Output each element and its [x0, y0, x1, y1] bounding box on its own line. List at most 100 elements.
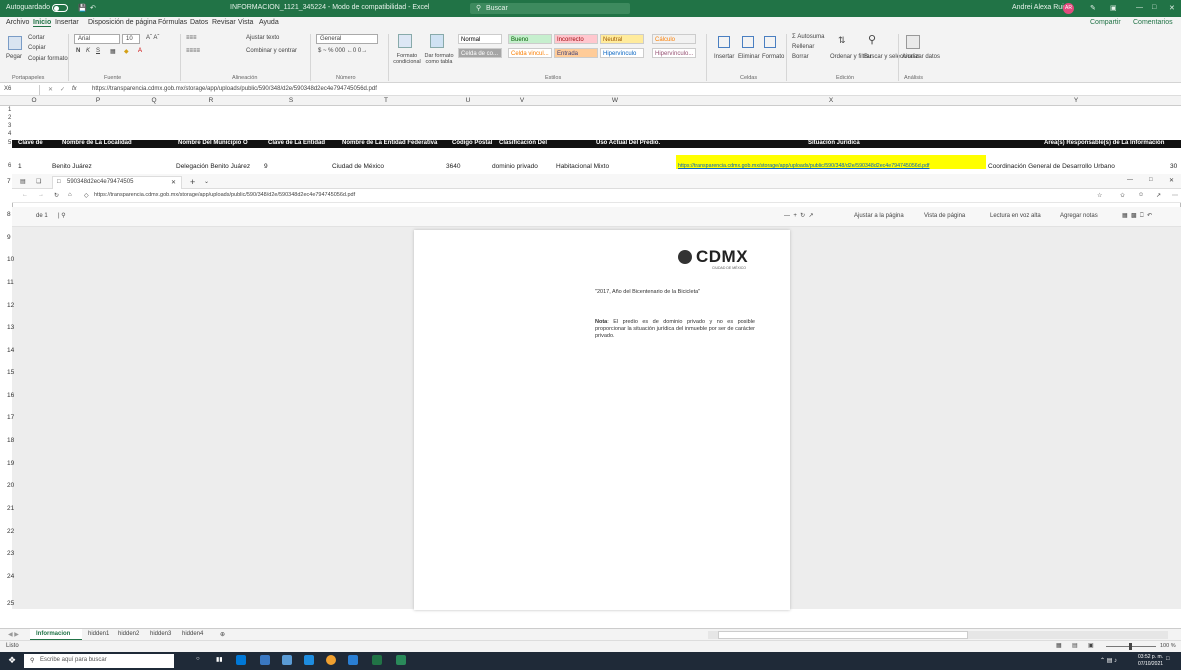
fill-color-icon[interactable]: ◆	[124, 48, 129, 55]
row-number[interactable]: 16	[7, 392, 14, 399]
maximize-icon[interactable]: □	[1152, 4, 1156, 11]
fill-button[interactable]: Rellenar	[792, 44, 814, 50]
excel-taskbar-icon[interactable]	[372, 655, 382, 665]
number-format-select[interactable]: General	[316, 34, 378, 44]
column-s[interactable]: S	[256, 97, 326, 104]
horizontal-scrollbar[interactable]	[708, 631, 1168, 639]
cell-style-item[interactable]: Cálculo	[652, 34, 696, 44]
mail-icon[interactable]	[304, 655, 314, 665]
row-number[interactable]: 6	[0, 163, 12, 169]
row-number[interactable]: 7	[7, 178, 11, 185]
delete-cells-icon[interactable]	[742, 36, 754, 48]
notifications-icon[interactable]: □	[1166, 656, 1170, 662]
close-icon[interactable]: ✕	[1169, 4, 1175, 12]
format-cells-button[interactable]: Formato	[762, 54, 784, 60]
view-layout-icon[interactable]: ▤	[1072, 642, 1078, 649]
row-number[interactable]: 3	[0, 123, 12, 129]
row-number[interactable]: 10	[7, 256, 14, 263]
cell-clave-entidad[interactable]: 9	[264, 163, 268, 170]
format-as-table-icon[interactable]	[430, 34, 444, 48]
save-icon[interactable]: 💾	[78, 4, 87, 12]
cell-municipio[interactable]: Delegación Benito Juárez	[176, 163, 250, 170]
italic-icon[interactable]: K	[86, 48, 90, 54]
conditional-format-button[interactable]: Formato condicional	[392, 53, 422, 65]
row-number[interactable]: 12	[7, 302, 14, 309]
more-icon[interactable]: ⋯	[1172, 192, 1178, 199]
cell-cp[interactable]: 3640	[446, 163, 460, 170]
underline-icon[interactable]: S	[96, 48, 100, 54]
cell-localidad[interactable]: Benito Juárez	[52, 163, 92, 170]
row-number[interactable]: 17	[7, 414, 14, 421]
menu-insertar[interactable]: Insertar	[55, 19, 79, 26]
paste-button[interactable]: Pegar	[6, 54, 22, 60]
add-sheet-icon[interactable]: ⊕	[220, 631, 225, 638]
clock-time[interactable]: 03:52 p. m.	[1138, 654, 1163, 660]
wrap-text-button[interactable]: Ajustar texto	[246, 35, 279, 41]
profile-icon[interactable]: ☺	[1138, 192, 1144, 198]
view-pagebreak-icon[interactable]: ▣	[1088, 642, 1094, 649]
cell-style-item[interactable]: Neutral	[600, 34, 644, 44]
home-icon[interactable]: ⌂	[68, 192, 72, 198]
align-left-icon[interactable]: ≡≡≡≡	[186, 48, 200, 54]
font-color-icon[interactable]: A	[138, 48, 142, 54]
new-tab-icon[interactable]: +	[190, 177, 195, 187]
header-cell[interactable]: Clave de	[18, 140, 43, 146]
fit-page-button[interactable]: Ajustar a la página	[854, 213, 904, 219]
row-number[interactable]: 24	[7, 573, 14, 580]
menu-disposicion[interactable]: Disposición de página	[88, 19, 157, 26]
cell-style-item[interactable]: Celda vincul...	[508, 48, 552, 58]
taskbar-search[interactable]: ⚲ Escribe aquí para buscar	[24, 654, 174, 668]
menu-formulas[interactable]: Fórmulas	[158, 19, 187, 26]
cell-area[interactable]: Coordinación General de Desarrollo Urban…	[988, 163, 1115, 170]
cell-style-item[interactable]: Incorrecto	[554, 34, 598, 44]
find-select-icon[interactable]: ⚲	[868, 33, 876, 46]
browser-close-icon[interactable]: ✕	[1169, 177, 1174, 184]
menu-datos[interactable]: Datos	[190, 19, 208, 26]
comments-button[interactable]: Comentarios	[1133, 19, 1173, 26]
share-icon[interactable]: ↗	[1156, 192, 1161, 199]
clock-date[interactable]: 07/10/2021	[1138, 661, 1163, 667]
header-cell[interactable]: Uso Actual Del Predio.	[596, 140, 660, 146]
add-notes-button[interactable]: Agregar notas	[1060, 213, 1098, 219]
row-number[interactable]: 18	[7, 437, 14, 444]
zoom-controls[interactable]: — + ↻ ↗	[784, 212, 814, 219]
border-icon[interactable]: ▦	[110, 48, 116, 55]
tray-icons[interactable]: ⌃ ▤ ♪	[1100, 657, 1117, 664]
header-cell[interactable]: Clasificación Del	[499, 140, 547, 146]
read-aloud-button[interactable]: Lectura en voz alta	[990, 213, 1041, 219]
chrome-icon[interactable]	[326, 655, 336, 665]
cell-style-item[interactable]: Hipervínculo...	[652, 48, 696, 58]
url-input[interactable]: https://transparencia.cdmx.gob.mx/storag…	[94, 192, 355, 198]
user-name[interactable]: Andrei Alexa Ruiz	[1012, 4, 1067, 11]
sheet-tab-hidden1[interactable]: hidden1	[88, 631, 109, 637]
row-number[interactable]: 15	[7, 369, 14, 376]
pen-icon[interactable]: ✎	[1090, 4, 1096, 12]
merge-center-button[interactable]: Combinar y centrar	[246, 48, 297, 54]
cell-style-item[interactable]: Celda de co...	[458, 48, 502, 58]
sheet-nav-icon[interactable]: ◀ ▶	[8, 631, 19, 638]
row-number[interactable]: 25	[7, 600, 14, 607]
sheet-tab-hidden3[interactable]: hidden3	[150, 631, 171, 637]
autosave-toggle[interactable]	[52, 4, 68, 12]
menu-vista[interactable]: Vista	[238, 19, 253, 26]
page-view-button[interactable]: Vista de página	[924, 213, 965, 219]
row-number[interactable]: 23	[7, 550, 14, 557]
pdf-tools-icons[interactable]: ▦ ▩ ⎕ ↶	[1122, 212, 1152, 220]
header-cell[interactable]: Nombre de La Localidad	[62, 140, 132, 146]
row-number[interactable]: 22	[7, 528, 14, 535]
font-name-select[interactable]: Arial	[74, 34, 120, 44]
format-as-table-button[interactable]: Dar formato como tabla	[424, 53, 454, 65]
cell-entidad[interactable]: Ciudad de México	[332, 163, 384, 170]
page-number-input[interactable]: de 1	[36, 213, 48, 219]
row-number[interactable]: 9	[7, 234, 11, 241]
header-cell[interactable]: Situación Jurídica	[808, 140, 860, 146]
menu-archivo[interactable]: Archivo	[6, 19, 29, 26]
column-w[interactable]: W	[554, 97, 676, 104]
cancel-icon[interactable]: ✕	[48, 86, 53, 93]
currency-icon[interactable]: $ ~ % 000 ←0 0→	[318, 48, 367, 54]
column-q[interactable]: Q	[142, 97, 166, 104]
excel-window-icon[interactable]	[396, 655, 406, 665]
tab-actions-icon[interactable]: ▤	[20, 178, 26, 185]
avatar[interactable]: AR	[1063, 3, 1074, 14]
cell-uso[interactable]: Habitacional Mixto	[556, 163, 609, 170]
